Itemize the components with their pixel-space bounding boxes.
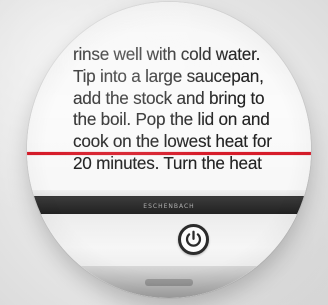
- text-line-5: cook on the lowest heat for: [73, 131, 272, 152]
- magnifier-lens: rinse well with cold water. Tip into a l…: [27, 2, 311, 298]
- bottom-control-center[interactable]: [145, 278, 193, 286]
- bottom-control-left[interactable]: [37, 278, 85, 286]
- power-button[interactable]: [178, 224, 209, 255]
- device-top-strip: ESCHENBACH: [27, 196, 311, 215]
- text-line-4: the boil. Pop the lid on and: [73, 109, 270, 130]
- magnified-text: rinse well with cold water. Tip into a l…: [73, 44, 305, 175]
- device-bottom-controls: [37, 276, 301, 288]
- magnifier-device: ESCHENBACH: [27, 196, 311, 298]
- device-brand: ESCHENBACH: [143, 203, 195, 210]
- text-line-6: 20 minutes. Turn the heat: [73, 152, 262, 173]
- text-line-2: Tip into a large saucepan,: [73, 65, 264, 86]
- photo-stage: rinse well with cold water. Tip into a l…: [0, 0, 328, 305]
- power-icon: [185, 230, 202, 247]
- text-line-3: add the stock and bring to: [73, 87, 265, 108]
- bottom-control-right[interactable]: [253, 278, 301, 286]
- reading-guide-line: [27, 152, 311, 155]
- text-line-1: rinse well with cold water.: [73, 44, 261, 64]
